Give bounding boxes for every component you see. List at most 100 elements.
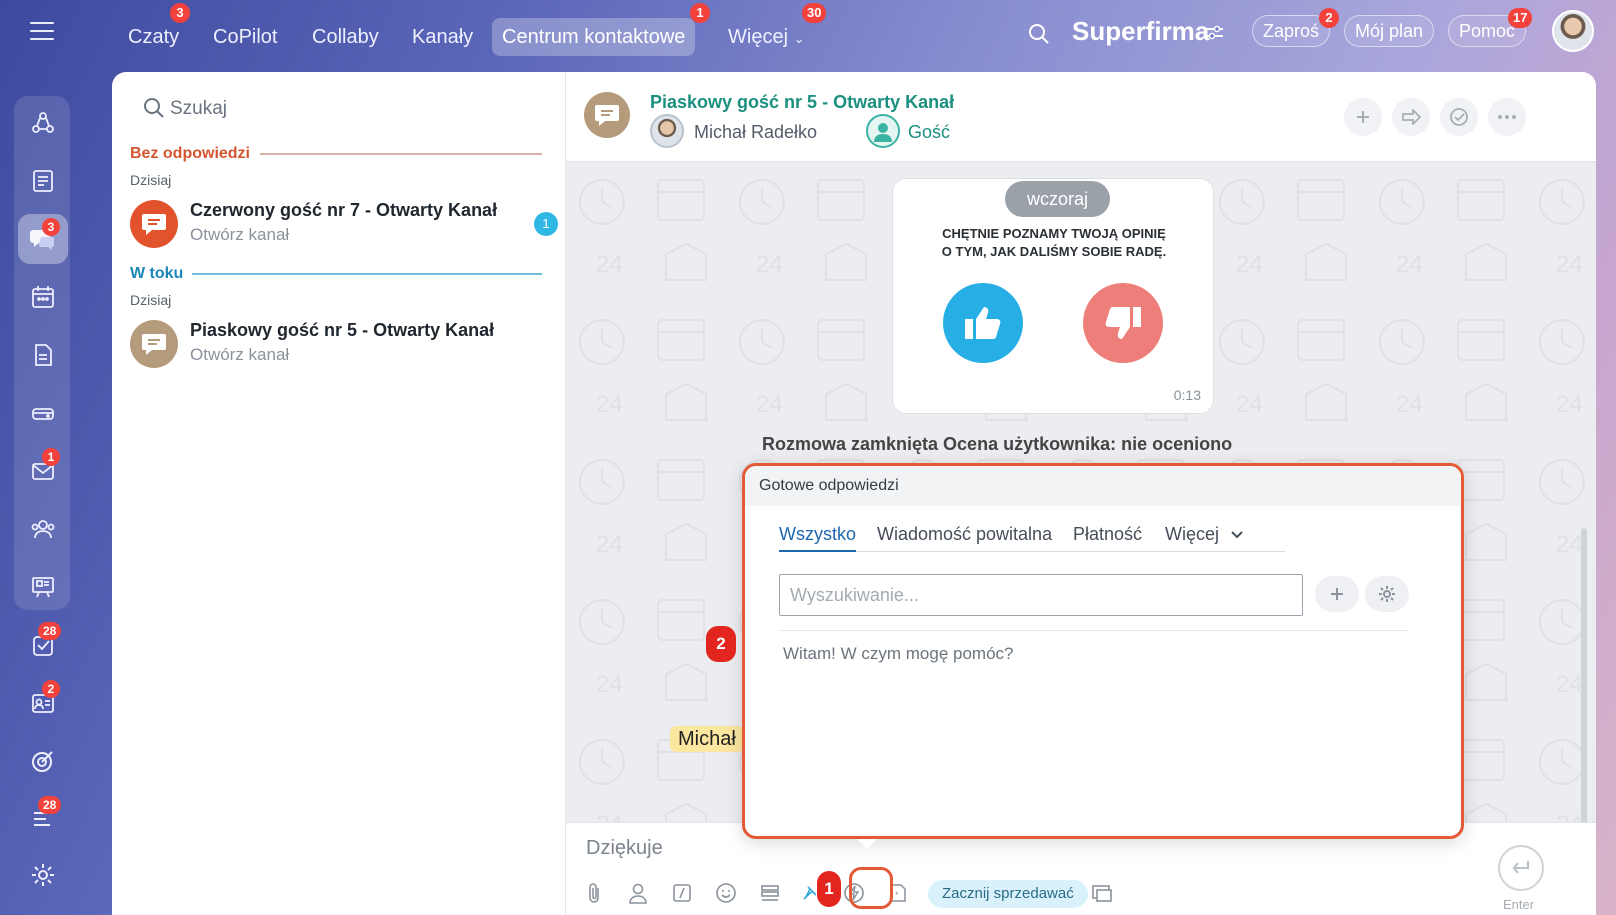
sidebar-badge: 28 <box>38 622 62 640</box>
settings-gear-icon[interactable] <box>18 850 68 900</box>
svg-text:*: * <box>895 890 899 900</box>
sidebar-docs-icon[interactable] <box>18 330 68 380</box>
chat-scrollbar[interactable] <box>1581 528 1587 828</box>
add-answer-button[interactable] <box>1315 576 1359 612</box>
search-icon[interactable] <box>1027 22 1051 46</box>
chat-avatar <box>130 320 178 368</box>
sidebar-copilot-icon[interactable] <box>18 98 68 148</box>
forward-icon <box>1402 109 1421 125</box>
section-divider <box>260 153 542 155</box>
user-avatar[interactable] <box>650 114 684 148</box>
nav-label: CoPilot <box>213 26 278 48</box>
sidebar-feed-icon[interactable] <box>18 156 68 206</box>
date-separator: wczoraj <box>1005 181 1111 217</box>
message-input[interactable]: Dziękuje <box>586 837 663 860</box>
sender-name[interactable]: Michał <box>670 726 744 752</box>
section-unanswered: Bez odpowiedzi <box>130 145 250 162</box>
search-input[interactable] <box>780 575 1302 615</box>
menu-icon[interactable] <box>30 22 54 42</box>
my-plan-button[interactable]: Mój plan <box>1344 15 1435 47</box>
add-user-button[interactable] <box>1344 98 1382 136</box>
tab-all[interactable]: Wszystko <box>779 524 857 552</box>
check-circle-icon <box>1450 108 1468 126</box>
nav-contact-center[interactable]: Centrum kontaktowe <box>492 18 696 56</box>
chat-title[interactable]: Piaskowy gość nr 5 - Otwarty Kanał <box>650 92 954 113</box>
search-placeholder: Szukaj <box>170 98 228 119</box>
day-label: Dzisiaj <box>130 292 172 308</box>
thumbs-down-button[interactable] <box>1083 283 1163 363</box>
send-hint: Enter <box>1503 897 1535 912</box>
template-icon[interactable] <box>758 881 782 905</box>
sidebar-badge: 3 <box>42 218 60 236</box>
nav-label: Więcej <box>728 26 789 48</box>
quick-answers-search[interactable] <box>779 574 1303 616</box>
rating-prompt: CHĘTNIE POZNAMY TWOJĄ OPINIĘ O TYM, JAK … <box>893 225 1215 261</box>
user-name[interactable]: Michał Radełko <box>694 122 817 143</box>
chat-title: Czerwony gość nr 7 - Otwarty Kanał <box>190 200 498 220</box>
rating-message: wczoraj CHĘTNIE POZNAMY TWOJĄ OPINIĘ O T… <box>892 178 1214 414</box>
nav-label: Kanały <box>412 26 474 48</box>
chat-list-item[interactable]: Piaskowy gość nr 5 - Otwarty Kanał Otwór… <box>130 318 550 370</box>
sidebar-calendar-icon[interactable] <box>18 272 68 322</box>
nav-copilot[interactable]: CoPilot <box>203 18 287 56</box>
tab-welcome[interactable]: Wiadomość powitalna <box>877 524 1052 552</box>
step-marker: 1 <box>817 871 841 907</box>
smile-icon[interactable] <box>714 881 738 905</box>
rating-line: CHĘTNIE POZNAMY TWOJĄ OPINIĘ <box>942 226 1166 241</box>
user-avatar[interactable] <box>1552 10 1594 52</box>
nav-badge: 1 <box>690 3 710 23</box>
day-label: Dzisiaj <box>130 172 172 188</box>
unread-count: 1 <box>534 212 558 236</box>
start-selling-button[interactable]: Zacznij sprzedawać <box>928 880 1088 908</box>
user-icon[interactable] <box>626 881 650 905</box>
command-icon[interactable] <box>670 881 694 905</box>
popup-tabs: Wszystko Wiadomość powitalna Płatność Wi… <box>779 524 1285 552</box>
brand-name[interactable]: Superfirma <box>1072 16 1209 47</box>
user-icon <box>874 123 892 142</box>
guest-avatar[interactable] <box>866 114 900 148</box>
nav-more[interactable]: Więcej ⌄ <box>718 18 814 56</box>
chat-list-item[interactable]: Czerwony gość nr 7 - Otwarty Kanał Otwór… <box>130 198 558 250</box>
sidebar-drive-icon[interactable] <box>18 388 68 438</box>
section-divider <box>192 273 542 275</box>
quick-answer-item[interactable]: Witam! W czym mogę pomóc? <box>783 644 1014 664</box>
thumbs-up-icon <box>965 307 1001 339</box>
message-icon <box>595 105 619 126</box>
answers-settings-button[interactable] <box>1365 576 1409 612</box>
chat-title: Piaskowy gość nr 5 - Otwarty Kanał <box>190 320 495 340</box>
nav-collaby[interactable]: Collaby <box>302 18 389 56</box>
sidebar-goals-icon[interactable] <box>18 736 68 786</box>
chat-subtitle: Otwórz kanał <box>190 225 290 244</box>
sidebar-badge: 2 <box>42 680 60 698</box>
sidebar-users-icon[interactable] <box>18 504 68 554</box>
send-button[interactable] <box>1498 845 1544 891</box>
tab-more-label: Więcej <box>1165 524 1220 544</box>
sidebar-badge: 28 <box>38 796 62 814</box>
nav-channels[interactable]: Kanały <box>402 18 483 56</box>
rating-line: O TYM, JAK DALIŚMY SOBIE RADĘ. <box>941 244 1167 259</box>
nav-badge: 30 <box>802 3 827 23</box>
tab-more[interactable]: Więcej <box>1165 524 1244 552</box>
transfer-button[interactable] <box>1392 98 1430 136</box>
more-button[interactable] <box>1488 98 1526 136</box>
step-marker: 2 <box>706 626 736 662</box>
sidebar-badge: 1 <box>42 448 60 466</box>
settings-sliders-icon[interactable] <box>1206 24 1224 42</box>
tab-payment[interactable]: Płatność <box>1073 524 1142 552</box>
chevron-down-icon: ⌄ <box>793 31 805 46</box>
thumbs-up-button[interactable] <box>943 283 1023 363</box>
sidebar-board-icon[interactable] <box>18 562 68 612</box>
message-time: 0:13 <box>1173 387 1201 403</box>
system-message: Rozmowa zamknięta Ocena użytkownika: nie… <box>762 434 1233 454</box>
message-icon <box>142 214 166 235</box>
attach-icon[interactable] <box>582 881 606 905</box>
window-icon[interactable] <box>1090 881 1114 905</box>
nav-chats[interactable]: Czaty <box>118 18 189 56</box>
thumbs-down-icon <box>1105 307 1141 339</box>
nav-label: Centrum kontaktowe <box>502 26 686 48</box>
guest-label[interactable]: Gość <box>908 122 950 143</box>
more-dots-icon <box>1498 115 1516 119</box>
enter-icon <box>1512 861 1529 874</box>
finish-button[interactable] <box>1440 98 1478 136</box>
chat-avatar <box>130 200 178 248</box>
